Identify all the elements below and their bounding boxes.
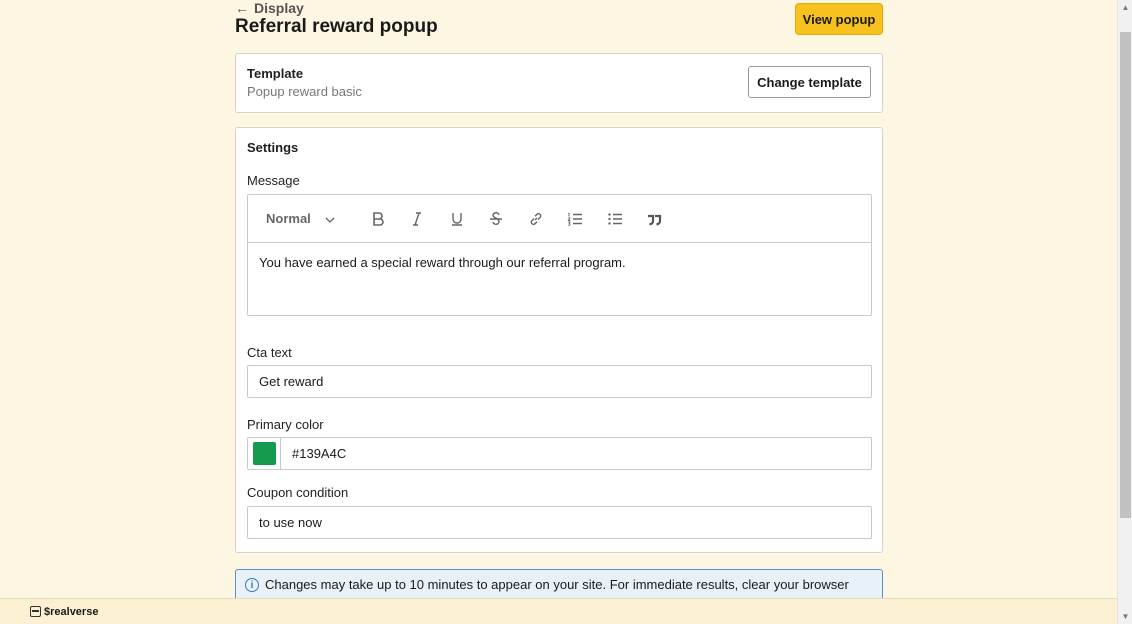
footer-brand[interactable]: $realverse bbox=[44, 606, 98, 618]
format-select-value: Normal bbox=[266, 211, 311, 226]
template-value: Popup reward basic bbox=[247, 84, 362, 99]
template-card: Template Popup reward basic Change templ… bbox=[235, 53, 883, 113]
primary-color-field[interactable]: #139A4C bbox=[247, 437, 872, 470]
bold-icon[interactable] bbox=[358, 207, 398, 231]
settings-card: Settings Message Normal You have earned … bbox=[235, 127, 883, 553]
page-title: Referral reward popup bbox=[235, 16, 438, 37]
underline-icon[interactable] bbox=[437, 207, 477, 231]
editor-toolbar: Normal bbox=[248, 195, 871, 243]
coupon-condition-label: Coupon condition bbox=[247, 485, 349, 500]
cta-label: Cta text bbox=[247, 345, 292, 360]
settings-title: Settings bbox=[247, 140, 299, 155]
info-banner-text: Changes may take up to 10 minutes to app… bbox=[265, 577, 849, 592]
info-icon: i bbox=[245, 578, 259, 592]
back-arrow-icon: ← bbox=[235, 0, 249, 16]
primary-color-value: #139A4C bbox=[292, 446, 347, 461]
info-banner: i Changes may take up to 10 minutes to a… bbox=[235, 569, 883, 598]
coupon-condition-input[interactable]: to use now bbox=[247, 506, 872, 539]
cta-text-input[interactable]: Get reward bbox=[247, 365, 872, 398]
back-link[interactable]: ← Display bbox=[235, 0, 304, 16]
link-icon[interactable] bbox=[516, 207, 556, 231]
chevron-down-icon bbox=[325, 211, 335, 226]
color-swatch-button[interactable] bbox=[248, 438, 281, 469]
bullet-list-icon[interactable] bbox=[595, 207, 635, 231]
page: ← Display Referral reward popup View pop… bbox=[0, 0, 1117, 598]
scroll-down-arrow-icon[interactable]: ▼ bbox=[1121, 612, 1130, 621]
store-logo-icon bbox=[30, 606, 41, 617]
color-swatch bbox=[252, 442, 276, 465]
strikethrough-icon[interactable] bbox=[477, 207, 517, 231]
vertical-scrollbar[interactable]: ▲ ▼ bbox=[1117, 0, 1132, 624]
change-template-button[interactable]: Change template bbox=[748, 66, 871, 98]
blockquote-icon[interactable] bbox=[635, 207, 675, 231]
scroll-up-arrow-icon[interactable]: ▲ bbox=[1121, 3, 1130, 12]
message-editor: Normal You have earned a special reward … bbox=[247, 194, 872, 316]
back-link-label: Display bbox=[254, 0, 304, 16]
message-text[interactable]: You have earned a special reward through… bbox=[248, 243, 871, 282]
ordered-list-icon[interactable] bbox=[556, 207, 596, 231]
footer-bar: $realverse bbox=[0, 598, 1117, 624]
scrollbar-thumb[interactable] bbox=[1120, 32, 1131, 518]
view-popup-button[interactable]: View popup bbox=[795, 3, 883, 35]
message-label: Message bbox=[247, 173, 300, 188]
template-label: Template bbox=[247, 66, 304, 81]
format-select[interactable]: Normal bbox=[266, 211, 358, 226]
italic-icon[interactable] bbox=[398, 207, 438, 231]
primary-color-label: Primary color bbox=[247, 417, 324, 432]
